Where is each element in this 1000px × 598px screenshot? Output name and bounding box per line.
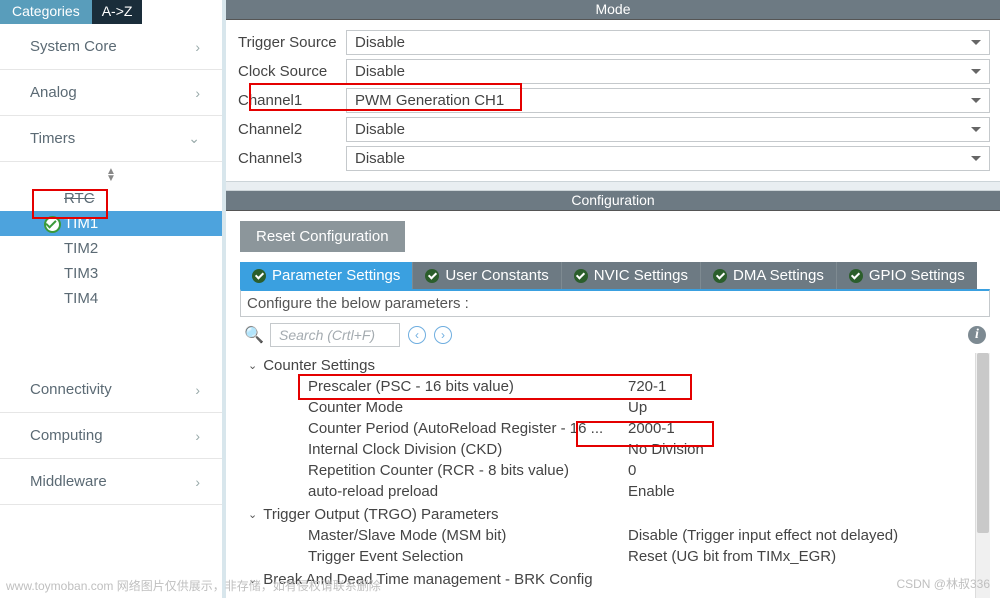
sidebar-group-timers[interactable]: Timers ⌄ — [0, 116, 222, 162]
tab-user-constants[interactable]: User Constants — [412, 262, 560, 289]
check-icon — [574, 269, 588, 283]
reset-configuration-button[interactable]: Reset Configuration — [240, 221, 405, 252]
sidebar-item-rtc[interactable]: RTC — [0, 186, 222, 211]
sidebar-item-tim3[interactable]: TIM3 — [0, 261, 222, 286]
trigger-source-select[interactable]: Disable — [346, 30, 990, 55]
mode-panel: Trigger Source Disable Clock Source Disa… — [226, 20, 1000, 181]
sidebar-item-tim2[interactable]: TIM2 — [0, 236, 222, 261]
next-match-button[interactable]: › — [434, 326, 452, 344]
main-panel: Mode Trigger Source Disable Clock Source… — [226, 0, 1000, 598]
sidebar-group-label: Timers — [30, 130, 75, 147]
chevron-down-icon: ⌄ — [188, 130, 200, 147]
mode-row-label: Trigger Source — [238, 34, 346, 51]
sidebar-group-label: Computing — [30, 427, 103, 444]
parameter-list: ⌄Counter Settings Prescaler (PSC - 16 bi… — [240, 353, 990, 598]
info-icon[interactable]: i — [968, 326, 986, 344]
caret-down-icon: ⌄ — [248, 573, 257, 586]
group-trgo-parameters[interactable]: ⌄Trigger Output (TRGO) Parameters — [248, 504, 986, 525]
mode-panel-header: Mode — [226, 0, 1000, 20]
tab-parameter-settings[interactable]: Parameter Settings — [240, 262, 412, 289]
group-brk-config[interactable]: ⌄Break And Dead Time management - BRK Co… — [248, 569, 986, 590]
caret-down-icon: ⌄ — [248, 359, 257, 372]
sidebar-group-system-core[interactable]: System Core › — [0, 24, 222, 70]
tab-gpio-settings[interactable]: GPIO Settings — [836, 262, 977, 289]
check-icon — [252, 269, 266, 283]
param-row[interactable]: Counter ModeUp — [248, 397, 986, 418]
param-row[interactable]: Internal Clock Division (CKD)No Division — [248, 439, 986, 460]
mode-row-label: Channel2 — [238, 121, 346, 138]
config-panel: Reset Configuration Parameter Settings U… — [226, 211, 1000, 598]
param-row[interactable]: Master/Slave Mode (MSM bit)Disable (Trig… — [248, 525, 986, 546]
check-icon — [425, 269, 439, 283]
channel3-select[interactable]: Disable — [346, 146, 990, 171]
caret-down-icon: ⌄ — [248, 508, 257, 521]
mode-row-label: Channel3 — [238, 150, 346, 167]
param-row[interactable]: auto-reload preloadEnable — [248, 481, 986, 502]
chevron-right-icon: › — [195, 85, 200, 101]
param-row[interactable]: Counter Period (AutoReload Register - 16… — [248, 418, 986, 439]
sidebar-item-tim4[interactable]: TIM4 — [0, 286, 222, 311]
search-icon[interactable]: 🔍 — [244, 325, 262, 345]
channel1-select[interactable]: PWM Generation CH1 — [346, 88, 990, 113]
sidebar-group-label: Connectivity — [30, 381, 112, 398]
sidebar-group-label: System Core — [30, 38, 117, 55]
check-icon — [849, 269, 863, 283]
prev-match-button[interactable]: ‹ — [408, 326, 426, 344]
chevron-right-icon: › — [195, 382, 200, 398]
sidebar-group-label: Analog — [30, 84, 77, 101]
param-row[interactable]: Trigger Event SelectionReset (UG bit fro… — [248, 546, 986, 567]
group-counter-settings[interactable]: ⌄Counter Settings — [248, 355, 986, 376]
scrollbar-thumb[interactable] — [977, 353, 989, 533]
config-toolbar: 🔍 Search (Crtl+F) ‹ › i — [240, 317, 990, 353]
check-icon — [713, 269, 727, 283]
chevron-right-icon: › — [195, 474, 200, 490]
sidebar-group-middleware[interactable]: Middleware › — [0, 459, 222, 505]
tab-az[interactable]: A->Z — [92, 0, 143, 24]
vertical-scrollbar[interactable] — [975, 353, 990, 598]
tab-dma-settings[interactable]: DMA Settings — [700, 262, 836, 289]
chevron-right-icon: › — [195, 39, 200, 55]
mode-row-label: Channel1 — [238, 92, 346, 109]
tab-nvic-settings[interactable]: NVIC Settings — [561, 262, 700, 289]
timers-sublist: ▲▼ RTC TIM1 TIM2 TIM3 TIM4 — [0, 162, 222, 319]
param-row[interactable]: Prescaler (PSC - 16 bits value)720-1 — [248, 376, 986, 397]
config-panel-header: Configuration — [226, 191, 1000, 211]
channel2-select[interactable]: Disable — [346, 117, 990, 142]
sidebar-group-computing[interactable]: Computing › — [0, 413, 222, 459]
sidebar-group-connectivity[interactable]: Connectivity › — [0, 367, 222, 413]
chevron-right-icon: › — [195, 428, 200, 444]
sidebar-group-label: Middleware — [30, 473, 107, 490]
config-hint: Configure the below parameters : — [240, 289, 990, 317]
sidebar-group-analog[interactable]: Analog › — [0, 70, 222, 116]
sidebar: Categories A->Z System Core › Analog › T… — [0, 0, 226, 598]
sidebar-item-tim1[interactable]: TIM1 — [0, 211, 222, 236]
tab-categories[interactable]: Categories — [0, 0, 92, 24]
sidebar-tabs: Categories A->Z — [0, 0, 222, 24]
search-input[interactable]: Search (Crtl+F) — [270, 323, 400, 347]
sort-updown-icon[interactable]: ▲▼ — [0, 166, 222, 186]
config-tabs: Parameter Settings User Constants NVIC S… — [240, 262, 990, 289]
mode-row-label: Clock Source — [238, 63, 346, 80]
param-row[interactable]: Repetition Counter (RCR - 8 bits value)0 — [248, 460, 986, 481]
clock-source-select[interactable]: Disable — [346, 59, 990, 84]
